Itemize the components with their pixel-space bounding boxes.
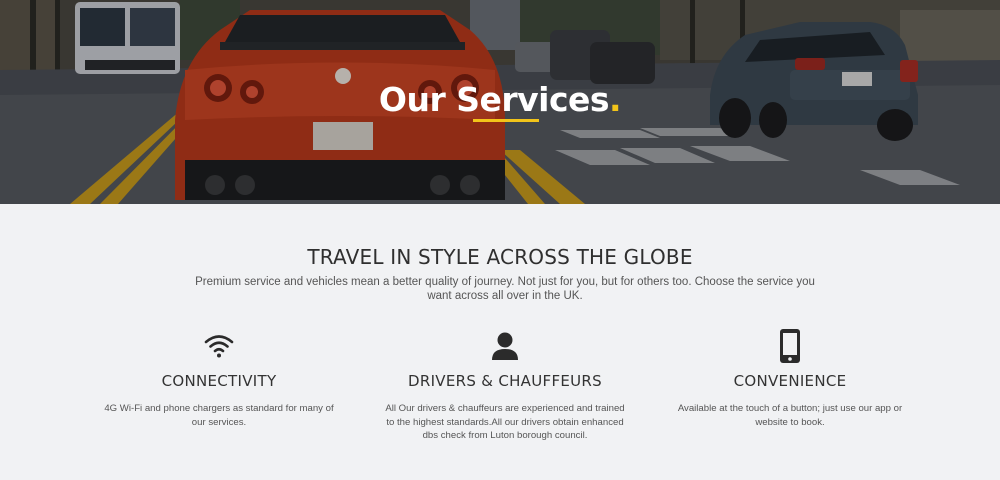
- wifi-icon: [89, 328, 349, 364]
- user-icon: [375, 328, 635, 364]
- feature-description: Available at the touch of a button; just…: [677, 403, 903, 428]
- smartphone-icon: [660, 328, 920, 364]
- feature-title: CONNECTIVITY: [161, 372, 277, 390]
- page-title-text: Our Services: [378, 80, 610, 119]
- hero-banner: Our Services.: [0, 0, 1000, 204]
- feature-convenience: CONVENIENCE Available at the touch of a …: [660, 328, 920, 429]
- feature-title: CONVENIENCE: [733, 372, 847, 390]
- page-title-accent-dot: .: [609, 80, 622, 119]
- page-title: Our Services.: [0, 80, 1000, 119]
- feature-connectivity: CONNECTIVITY 4G Wi-Fi and phone chargers…: [89, 328, 349, 429]
- feature-description: 4G Wi-Fi and phone chargers as standard …: [104, 403, 334, 428]
- title-underline: [473, 119, 539, 122]
- feature-description: All Our drivers & chauffeurs are experie…: [385, 403, 625, 441]
- section-heading: TRAVEL IN STYLE ACROSS THE GLOBE: [307, 245, 693, 269]
- section-subheading: Premium service and vehicles mean a bett…: [195, 276, 815, 302]
- feature-drivers: DRIVERS & CHAUFFEURS All Our drivers & c…: [375, 328, 635, 443]
- feature-title: DRIVERS & CHAUFFEURS: [408, 372, 602, 390]
